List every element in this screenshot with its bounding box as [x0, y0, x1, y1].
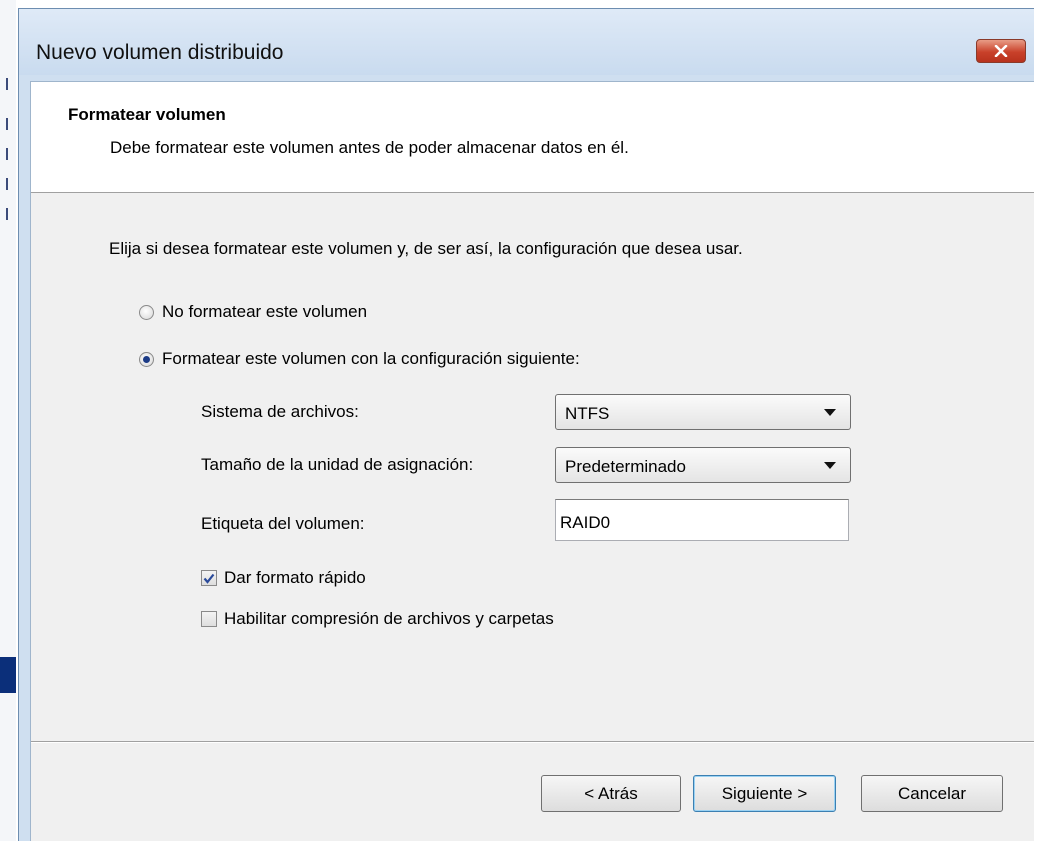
quick-format-label: Dar formato rápido [224, 568, 366, 587]
dialog-client-area: Formatear volumen Debe formatear este vo… [30, 81, 1034, 841]
header-subtitle: Debe formatear este volumen antes de pod… [110, 138, 629, 157]
quick-format-checkbox[interactable] [201, 570, 217, 586]
radio-button[interactable] [139, 304, 154, 320]
chevron-down-icon [824, 462, 836, 469]
background-panel [0, 657, 16, 693]
dialog-window: Nuevo volumen distribuido Formatear volu… [18, 8, 1034, 841]
title-bar: Nuevo volumen distribuido [19, 9, 1034, 75]
chevron-down-icon [824, 409, 836, 416]
allocation-value: Predeterminado [565, 457, 686, 476]
filesystem-label: Sistema de archivos: [201, 402, 359, 421]
footer-separator-highlight [31, 742, 1034, 743]
header-title: Formatear volumen [68, 105, 226, 124]
allocation-label: Tamaño de la unidad de asignación: [201, 455, 474, 474]
radio-button[interactable] [139, 351, 154, 367]
filesystem-select[interactable]: NTFS [555, 394, 851, 430]
volume-label-input[interactable] [555, 499, 849, 541]
radio-format[interactable]: Formatear este volumen con la configurac… [139, 349, 580, 369]
cancel-button[interactable]: Cancelar [861, 775, 1003, 812]
background-mark [6, 208, 8, 220]
compression-checkbox[interactable] [201, 611, 217, 627]
filesystem-value: NTFS [565, 404, 610, 423]
next-button[interactable]: Siguiente > [693, 775, 836, 812]
volume-label-label: Etiqueta del volumen: [201, 514, 365, 533]
desktop-background [0, 0, 16, 841]
radio-no-format[interactable]: No formatear este volumen [139, 302, 367, 322]
instruction-text: Elija si desea formatear este volumen y,… [109, 239, 743, 258]
compression-checkbox-row[interactable]: Habilitar compresión de archivos y carpe… [201, 609, 554, 629]
background-mark [6, 78, 8, 90]
wizard-header: Formatear volumen Debe formatear este vo… [31, 82, 1034, 193]
background-mark [6, 118, 8, 130]
back-button[interactable]: < Atrás [541, 775, 681, 812]
allocation-select[interactable]: Predeterminado [555, 447, 851, 483]
radio-label: No formatear este volumen [162, 302, 368, 321]
close-button[interactable] [976, 39, 1026, 63]
background-mark [6, 178, 8, 190]
compression-label: Habilitar compresión de archivos y carpe… [224, 609, 554, 628]
background-mark [6, 148, 8, 160]
quick-format-checkbox-row[interactable]: Dar formato rápido [201, 568, 366, 588]
close-icon [994, 45, 1008, 57]
radio-label: Formatear este volumen con la configurac… [162, 349, 580, 368]
checkmark-icon [203, 573, 215, 584]
window-title: Nuevo volumen distribuido [36, 41, 284, 64]
